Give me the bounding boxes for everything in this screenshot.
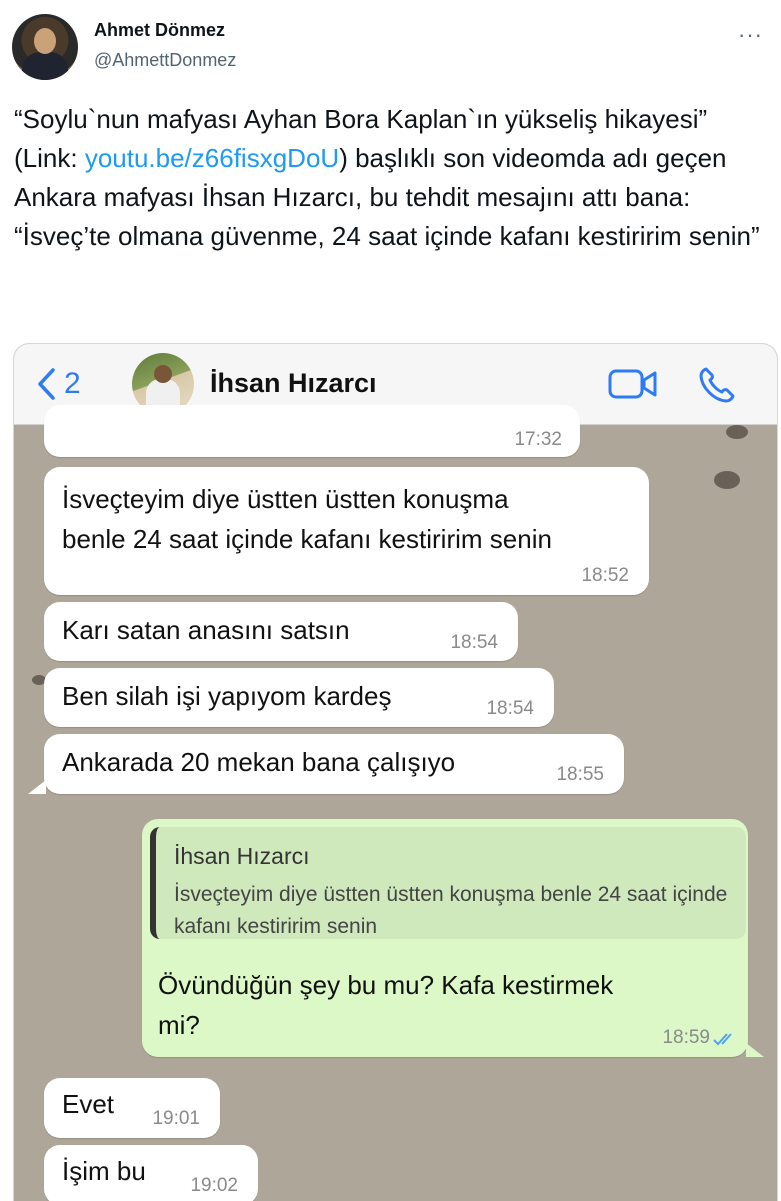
message-incoming[interactable]: İşim bu 19:02 xyxy=(44,1145,258,1201)
tweet-text-title: “Soylu`nun mafyası Ayhan Bora Kaplan`ın … xyxy=(14,104,708,134)
tweet-text-link-prefix: (Link: xyxy=(14,143,85,173)
message-time: 18:54 xyxy=(450,632,498,653)
author-avatar[interactable] xyxy=(12,14,78,80)
message-text: benle 24 saat içinde kafanı kestiririm s… xyxy=(62,524,552,554)
quoted-text: İsveçteyim diye üstten üstten konuşma be… xyxy=(174,883,728,938)
author-handle[interactable]: @AhmettDonmez xyxy=(94,50,236,71)
message-text: İsveçteyim diye üstten üstten konuşma xyxy=(62,484,509,514)
message-incoming[interactable]: Ben silah işi yapıyom kardeş 18:54 xyxy=(44,668,554,727)
message-text: Evet xyxy=(62,1089,115,1119)
message-time: 18:55 xyxy=(556,764,604,785)
message-time: 18:59 xyxy=(662,1027,710,1048)
message-text: Ankarada 20 mekan bana çalışıyo xyxy=(62,747,456,777)
phone-call-icon[interactable] xyxy=(698,366,736,404)
message-incoming[interactable]: İsveçteyim diye üstten üstten konuşma be… xyxy=(44,467,649,595)
author-name[interactable]: Ahmet Dönmez xyxy=(94,20,225,41)
contact-name[interactable]: İhsan Hızarcı xyxy=(210,368,377,399)
message-incoming[interactable]: Karı satan anasını satsın 18:54 xyxy=(44,602,518,661)
tweet-text: “Soylu`nun mafyası Ayhan Bora Kaplan`ın … xyxy=(14,100,774,256)
message-time: 19:01 xyxy=(152,1108,200,1129)
message-incoming[interactable]: 17:32 xyxy=(44,405,580,457)
bubble-tail xyxy=(28,780,46,794)
message-text: Karı satan anasını satsın xyxy=(62,615,350,645)
message-time: 18:52 xyxy=(581,565,629,586)
quoted-message[interactable]: İhsan Hızarcı İsveçteyim diye üstten üst… xyxy=(150,827,746,939)
more-icon[interactable]: ··· xyxy=(738,22,763,48)
back-chevron-icon xyxy=(38,368,55,400)
tweet-header: Ahmet Dönmez @AhmettDonmez ··· xyxy=(12,14,769,84)
tweet-link[interactable]: youtu.be/z66fisxgDoU xyxy=(85,143,339,173)
message-time: 17:32 xyxy=(514,429,562,450)
wood-knot xyxy=(714,471,740,489)
video-call-icon[interactable] xyxy=(608,368,658,400)
quoted-sender: İhsan Hızarcı xyxy=(174,843,310,869)
message-time: 19:02 xyxy=(190,1175,238,1196)
message-incoming[interactable]: Evet 19:01 xyxy=(44,1078,220,1138)
message-incoming[interactable]: Ankarada 20 mekan bana çalışıyo 18:55 xyxy=(44,734,624,794)
message-outgoing[interactable]: İhsan Hızarcı İsveçteyim diye üstten üst… xyxy=(142,819,748,1057)
back-count: 2 xyxy=(64,367,81,400)
message-text: İşim bu xyxy=(62,1156,146,1186)
read-receipt-icon xyxy=(713,1033,732,1046)
message-text: mi? xyxy=(158,1010,200,1040)
message-time: 18:54 xyxy=(486,698,534,719)
message-text: Övündüğün şey bu mu? Kafa kestirmek xyxy=(158,970,614,1000)
bubble-tail xyxy=(746,1043,764,1057)
back-button[interactable]: 2 xyxy=(36,362,81,406)
wood-knot xyxy=(726,425,748,439)
chat-area[interactable]: 17:32 İsveçteyim diye üstten üstten konu… xyxy=(14,405,777,1201)
message-text: Ben silah işi yapıyom kardeş xyxy=(62,681,392,711)
tweet-media-screenshot[interactable]: 2 İhsan Hızarcı 17:32 İsveçteyim diye üs… xyxy=(13,343,778,1201)
